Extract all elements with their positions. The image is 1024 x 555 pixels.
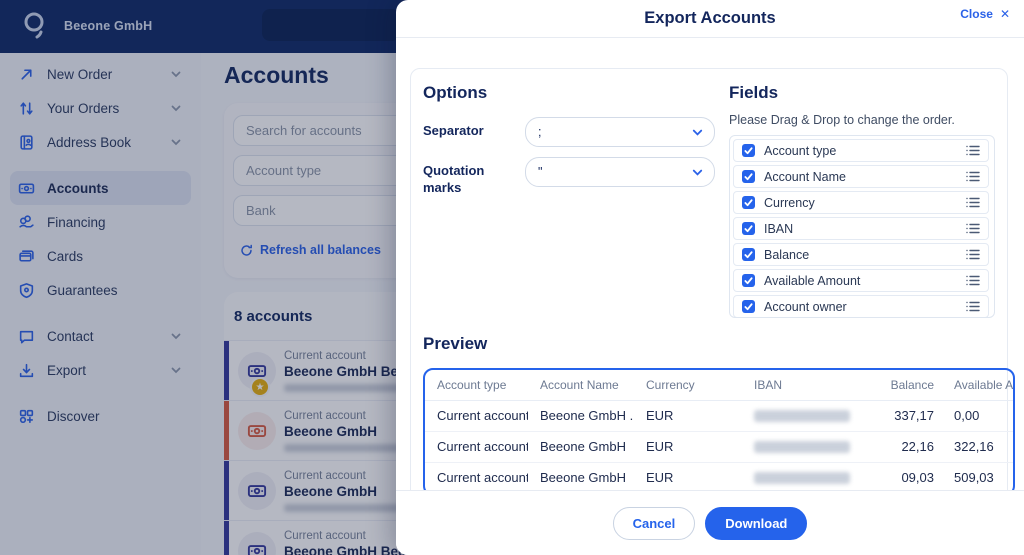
preview-table: Account type Account Name Currency IBAN Bala… [425,370,1013,490]
preview-row: Current account Beeone GmbH ... EUR 337,17 0… [425,400,1013,432]
drag-handle-icon[interactable] [966,249,980,260]
preview-cell-name: Beeone GmbH [528,431,634,463]
modal-title: Export Accounts [644,9,776,27]
preview-cell-type: Current account [425,431,528,463]
separator-value: ; [538,125,542,139]
close-label: Close [960,7,993,21]
quotation-marks-select[interactable]: " [525,157,715,187]
preview-cell-balance: 09,03 [854,462,942,490]
preview-column-header: Available Amount [942,370,1013,401]
field-row-account-type[interactable]: Account type [733,139,989,162]
preview-cell-available: 0,00 [942,400,1013,432]
preview-cell-balance: 22,16 [854,431,942,463]
preview-column-header: Account Name [528,370,634,401]
close-icon: ✕ [999,7,1010,21]
separator-select[interactable]: ; [525,117,715,147]
modal-footer: Cancel Download [396,490,1024,555]
field-label: Available Amount [764,273,861,288]
quotation-marks-label: Quotation marks [423,163,485,195]
preview-table-wrap: Account type Account Name Currency IBAN Bala… [423,368,1015,490]
field-label: Balance [764,247,810,262]
options-heading: Options [423,83,488,102]
preview-cell-available: 322,16 [942,431,1013,463]
field-row-iban[interactable]: IBAN [733,217,989,240]
field-label: Currency [764,195,815,210]
preview-cell-iban [742,431,854,463]
preview-cell-available: 509,03 [942,462,1013,490]
field-row-balance[interactable]: Balance [733,243,989,266]
preview-cell-iban [742,462,854,490]
fields-hint: Please Drag & Drop to change the order. [729,113,955,127]
drag-handle-icon[interactable] [966,301,980,312]
page: Beeone GmbH New Order Your Orders Address … [0,0,1024,555]
drag-handle-icon[interactable] [966,145,980,156]
field-label: IBAN [764,221,794,236]
preview-cell-currency: EUR [634,400,742,432]
field-label: Account type [764,143,837,158]
preview-cell-currency: EUR [634,431,742,463]
close-button[interactable]: Close ✕ [960,7,1010,21]
separator-label: Separator [423,123,484,138]
drag-handle-icon[interactable] [966,275,980,286]
field-checkbox[interactable] [742,222,755,235]
field-checkbox[interactable] [742,300,755,313]
iban-redacted [754,409,850,422]
preview-column-header: IBAN [742,370,854,401]
field-checkbox[interactable] [742,274,755,287]
iban-redacted [754,471,850,484]
fields-list: Account type Account Name Currency IBAN Bala… [729,135,995,318]
export-accounts-modal: Export Accounts Close ✕ Options Separato… [396,0,1024,555]
preview-column-header: Account type [425,370,528,401]
preview-heading: Preview [423,334,488,353]
chevron-down-icon [691,126,704,139]
chevron-down-icon [691,166,704,179]
field-row-available-amount[interactable]: Available Amount [733,269,989,292]
drag-handle-icon[interactable] [966,197,980,208]
field-checkbox[interactable] [742,248,755,261]
field-checkbox[interactable] [742,144,755,157]
fields-section: Fields Please Drag & Drop to change the … [729,81,995,318]
preview-column-header: Currency [634,370,742,401]
quotation-marks-value: " [538,165,543,179]
preview-cell-type: Current account [425,462,528,490]
preview-cell-balance: 337,17 [854,400,942,432]
cancel-button[interactable]: Cancel [612,506,696,540]
download-button[interactable]: Download [705,506,808,540]
field-checkbox[interactable] [742,170,755,183]
preview-column-header: Balance [854,370,942,401]
field-row-account-name[interactable]: Account Name [733,165,989,188]
cancel-label: Cancel [632,515,676,531]
drag-handle-icon[interactable] [966,223,980,234]
preview-cell-currency: EUR [634,462,742,490]
modal-body: Options Separator ; Quotation marks " Fi… [396,38,1024,490]
preview-cell-iban [742,400,854,432]
drag-handle-icon[interactable] [966,171,980,182]
download-label: Download [725,515,788,531]
preview-row: Current account Beeone GmbH EUR 09,03 509,03 [425,462,1013,490]
options-section: Options Separator ; Quotation marks " [423,81,715,318]
fields-heading: Fields [729,83,779,102]
preview-cell-name: Beeone GmbH ... [528,400,634,432]
preview-cell-name: Beeone GmbH [528,462,634,490]
field-label: Account owner [764,299,847,314]
preview-cell-type: Current account [425,400,528,432]
modal-header: Export Accounts Close ✕ [396,0,1024,38]
field-checkbox[interactable] [742,196,755,209]
iban-redacted [754,440,850,453]
field-row-currency[interactable]: Currency [733,191,989,214]
field-row-account-owner[interactable]: Account owner [733,295,989,317]
export-settings-card: Options Separator ; Quotation marks " Fi… [410,68,1015,490]
field-label: Account Name [764,169,846,184]
preview-row: Current account Beeone GmbH EUR 22,16 322,16 [425,431,1013,463]
